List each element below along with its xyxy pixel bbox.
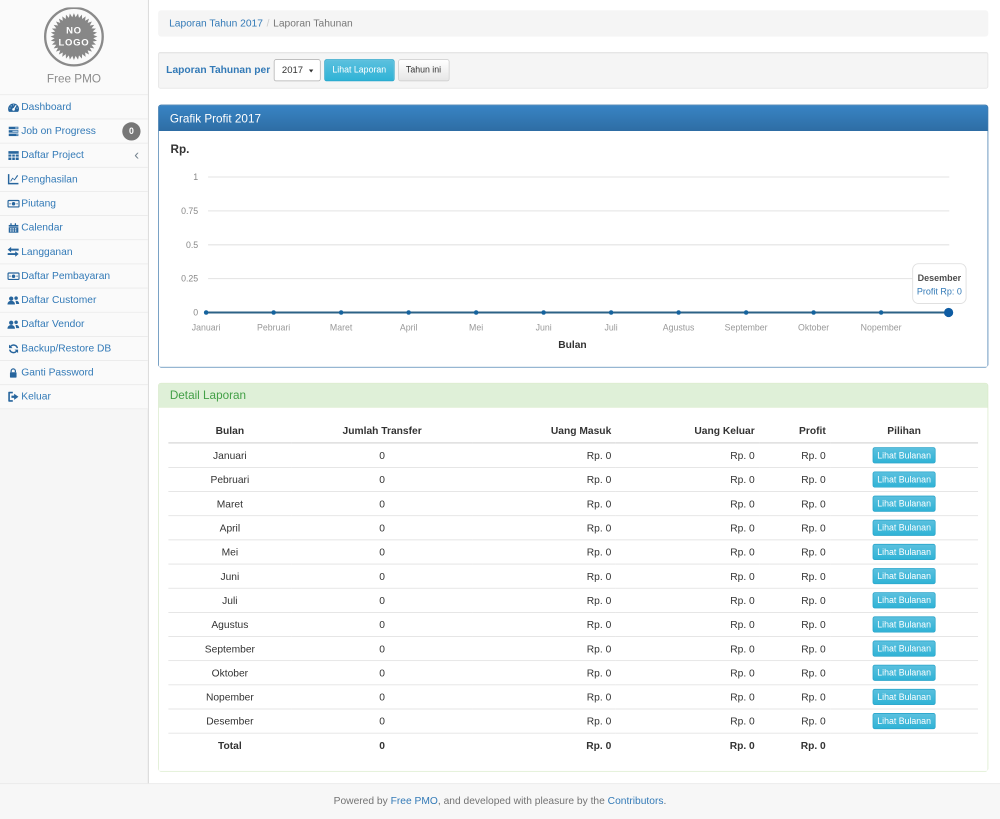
svg-text:Desember: Desember	[918, 273, 962, 283]
svg-text:Mei: Mei	[469, 323, 483, 333]
svg-text:Maret: Maret	[330, 323, 353, 333]
svg-text:0.5: 0.5	[186, 240, 198, 250]
svg-text:Bulan: Bulan	[558, 340, 586, 351]
svg-text:0.75: 0.75	[181, 206, 198, 216]
svg-text:LOGO: LOGO	[58, 37, 89, 48]
svg-text:0.25: 0.25	[181, 274, 198, 284]
svg-text:Juli: Juli	[605, 323, 618, 333]
svg-text:Januari: Januari	[192, 323, 221, 333]
svg-text:1: 1	[193, 172, 198, 182]
svg-text:Juni: Juni	[536, 323, 552, 333]
svg-text:Agustus: Agustus	[663, 323, 695, 333]
svg-text:Pebruari: Pebruari	[257, 323, 290, 333]
svg-text:Rp.: Rp.	[171, 143, 190, 156]
svg-text:April: April	[400, 323, 418, 333]
svg-text:Profit Rp: 0: Profit Rp: 0	[917, 287, 962, 297]
svg-text:Oktober: Oktober	[798, 323, 829, 333]
svg-text:NO: NO	[66, 26, 82, 37]
svg-text:September: September	[725, 323, 768, 333]
svg-text:0: 0	[193, 308, 198, 318]
svg-text:Nopember: Nopember	[861, 323, 902, 333]
